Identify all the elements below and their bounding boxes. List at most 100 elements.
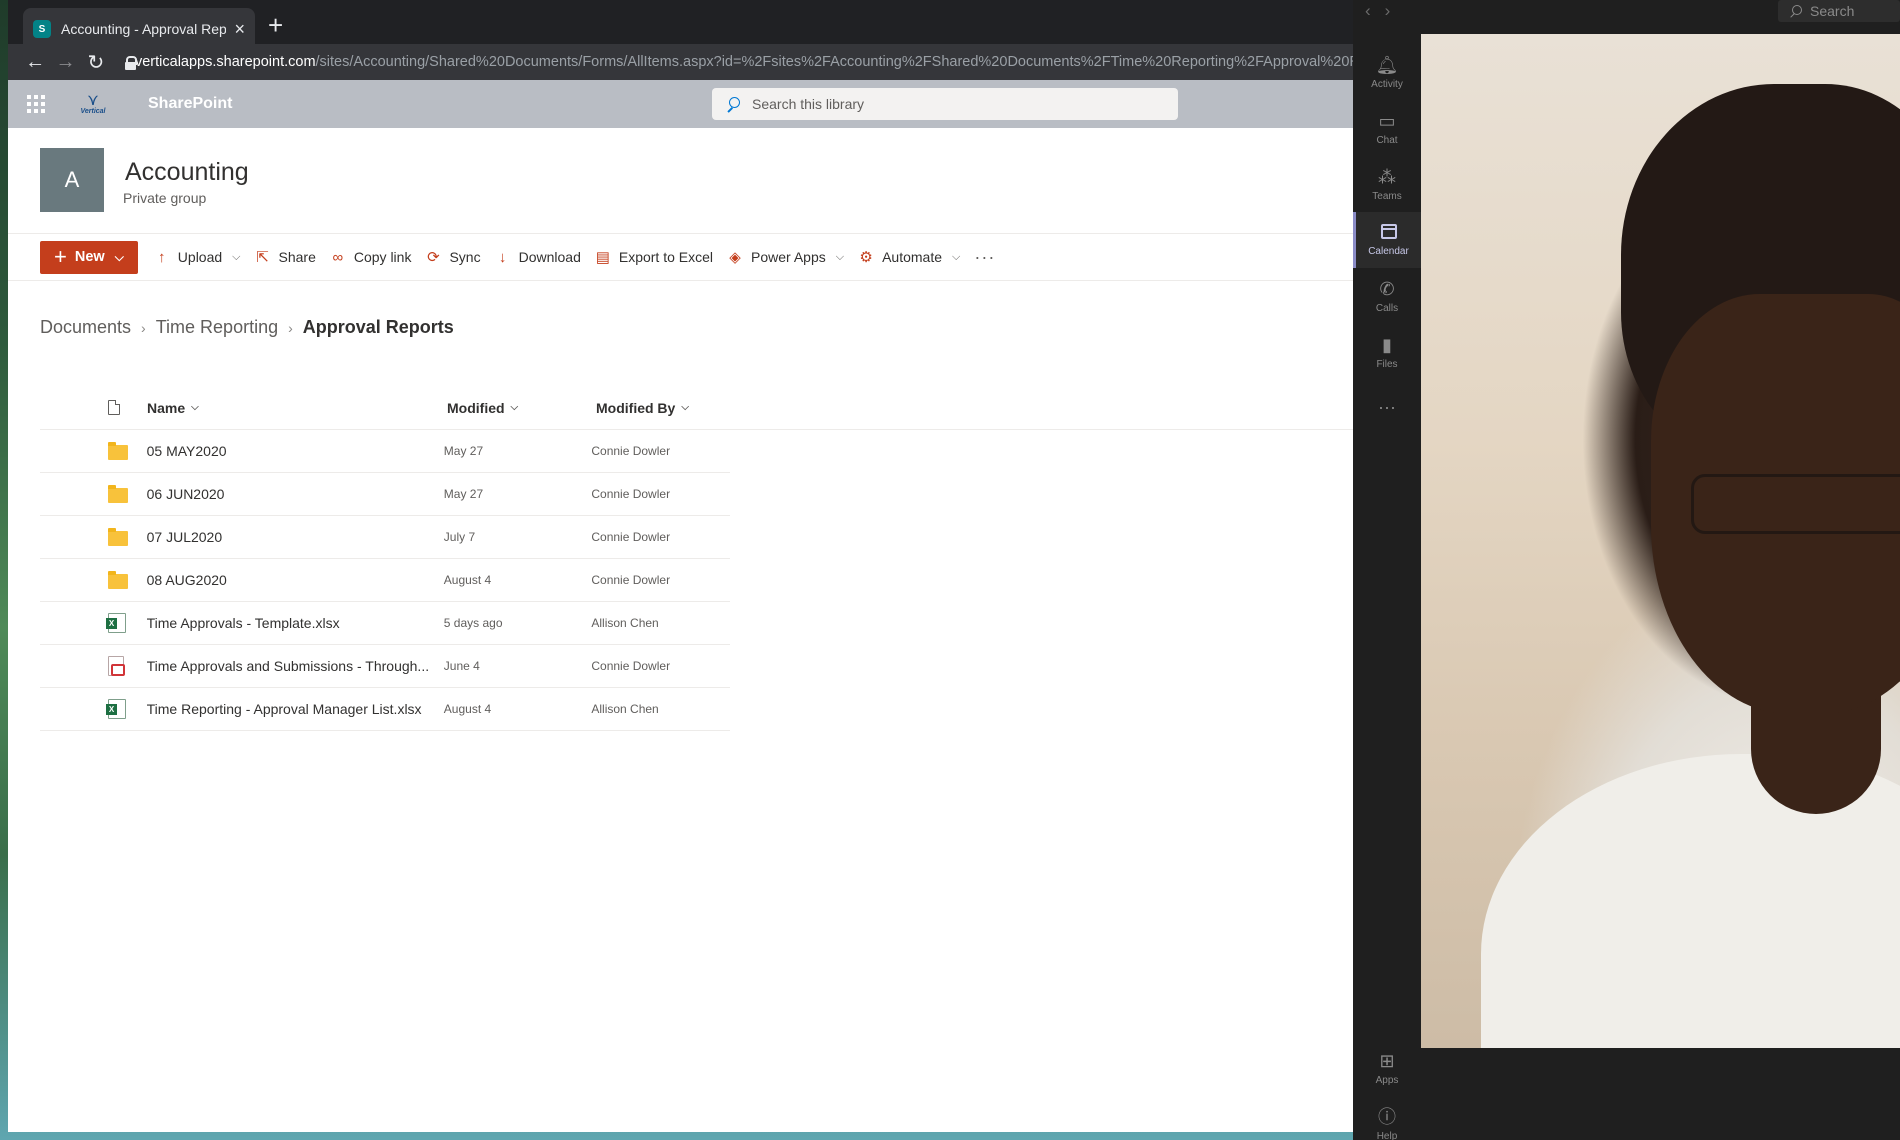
rail-item-activity[interactable]: 🔔︎ Activity bbox=[1353, 44, 1421, 100]
org-logo[interactable]: ⋎ Vertical bbox=[68, 89, 118, 119]
download-label: Download bbox=[518, 249, 581, 265]
teams-window: ‹› Search 🔔︎ Activity ▭ Chat ⁂ Teams Cal… bbox=[1353, 0, 1900, 1140]
new-button[interactable]: + New ⌵ bbox=[40, 240, 138, 274]
download-icon: ↓ bbox=[498, 248, 507, 266]
file-name-link[interactable]: 05 MAY2020 bbox=[147, 443, 444, 459]
teams-search-input[interactable]: Search bbox=[1778, 0, 1900, 22]
sync-label: Sync bbox=[449, 249, 481, 265]
rail-item-calendar[interactable]: Calendar bbox=[1353, 212, 1421, 268]
rail-item-apps[interactable]: ⊞ Apps bbox=[1353, 1040, 1421, 1096]
plus-icon: + bbox=[54, 244, 67, 269]
file-name-link[interactable]: Time Reporting - Approval Manager List.x… bbox=[147, 701, 444, 717]
rail-item-calls[interactable]: ✆ Calls bbox=[1353, 268, 1421, 324]
table-row[interactable]: 08 AUG2020 August 4 Connie Dowler bbox=[40, 559, 730, 602]
export-to-excel-button[interactable]: ▤ Export to Excel bbox=[595, 248, 713, 266]
power-apps-label: Power Apps bbox=[751, 249, 826, 265]
participant-glasses bbox=[1691, 474, 1900, 534]
file-type-header[interactable] bbox=[40, 400, 147, 415]
rail-item-files[interactable]: ▮ Files bbox=[1353, 324, 1421, 380]
column-header-name[interactable]: Name ⌵ bbox=[147, 400, 447, 416]
table-row[interactable]: Time Reporting - Approval Manager List.x… bbox=[40, 688, 730, 731]
power-apps-button[interactable]: ◈ Power Apps ⌵ bbox=[727, 248, 844, 266]
rail-label: Files bbox=[1376, 358, 1398, 370]
more-options-button[interactable]: ··· bbox=[974, 247, 995, 268]
breadcrumb-time-reporting[interactable]: Time Reporting bbox=[156, 317, 278, 338]
teams-search-placeholder: Search bbox=[1810, 3, 1855, 19]
column-header-modified-by[interactable]: Modified By ⌵ bbox=[596, 400, 736, 416]
reload-icon[interactable]: ↻ bbox=[81, 50, 111, 75]
rail-label: Help bbox=[1376, 1130, 1398, 1140]
site-logo[interactable]: A bbox=[40, 148, 104, 212]
back-icon[interactable]: ← bbox=[20, 51, 50, 74]
automate-label: Automate bbox=[882, 249, 943, 265]
modified-by: Connie Dowler bbox=[591, 573, 671, 587]
folder-icon bbox=[108, 442, 128, 460]
site-title[interactable]: Accounting bbox=[125, 158, 249, 187]
table-row[interactable]: Time Approvals and Submissions - Through… bbox=[40, 645, 730, 688]
automate-icon: ⚙ bbox=[859, 249, 873, 266]
chevron-down-icon: ⌵ bbox=[952, 250, 961, 263]
file-name-link[interactable]: Time Approvals and Submissions - Through… bbox=[147, 658, 444, 674]
list-header: Name ⌵ Modified ⌵ Modified By ⌵ bbox=[40, 386, 1353, 430]
pdf-file-icon bbox=[108, 656, 125, 676]
url-field[interactable]: verticalapps.sharepoint.com/sites/Accoun… bbox=[124, 54, 1353, 70]
sync-icon: ⟳ bbox=[427, 249, 440, 266]
table-row[interactable]: 05 MAY2020 May 27 Connie Dowler bbox=[40, 430, 730, 473]
name-header-label: Name bbox=[147, 399, 186, 416]
help-icon: ⓘ bbox=[1378, 1106, 1396, 1127]
modified-by: Connie Dowler bbox=[591, 487, 671, 501]
copy-link-button[interactable]: ∞ Copy link bbox=[330, 249, 412, 266]
sync-button[interactable]: ⟳ Sync bbox=[425, 248, 480, 266]
rail-item-teams[interactable]: ⁂ Teams bbox=[1353, 156, 1421, 212]
folder-icon bbox=[108, 485, 128, 503]
search-input[interactable]: Search this library bbox=[712, 88, 1178, 120]
teams-history-arrows-icon[interactable]: ‹› bbox=[1365, 1, 1404, 21]
export-label: Export to Excel bbox=[618, 249, 714, 265]
rail-item-chat[interactable]: ▭ Chat bbox=[1353, 100, 1421, 156]
automate-button[interactable]: ⚙ Automate ⌵ bbox=[858, 248, 960, 266]
folder-icon bbox=[108, 528, 128, 546]
document-icon bbox=[108, 400, 120, 415]
rail-item-more[interactable]: ··· bbox=[1353, 380, 1421, 436]
chevron-down-icon: ⌵ bbox=[191, 402, 199, 413]
close-tab-icon[interactable]: × bbox=[234, 19, 245, 40]
modified-date: August 4 bbox=[443, 702, 492, 716]
sharepoint-title[interactable]: SharePoint bbox=[148, 95, 232, 113]
breadcrumb-approval-reports: Approval Reports bbox=[302, 317, 454, 337]
command-bar: + New ⌵ ↑ Upload ⌵ ⇱ Share ∞ Copy link ⟳… bbox=[40, 240, 1009, 274]
upload-button[interactable]: ↑ Upload ⌵ bbox=[154, 248, 241, 266]
table-row[interactable]: 07 JUL2020 July 7 Connie Dowler bbox=[40, 516, 730, 559]
chevron-down-icon: ⌵ bbox=[232, 250, 241, 263]
table-row[interactable]: 06 JUN2020 May 27 Connie Dowler bbox=[40, 473, 730, 516]
chevron-down-icon: ⌵ bbox=[114, 249, 124, 264]
rail-item-help[interactable]: ⓘ Help bbox=[1353, 1096, 1421, 1140]
divider bbox=[8, 280, 1353, 281]
table-row[interactable]: Time Approvals - Template.xlsx 5 days ag… bbox=[40, 602, 730, 645]
modified-date: May 27 bbox=[443, 487, 484, 501]
new-tab-button[interactable]: + bbox=[268, 12, 283, 38]
more-icon: ··· bbox=[1378, 397, 1396, 417]
breadcrumb-documents[interactable]: Documents bbox=[40, 317, 131, 338]
file-name-link[interactable]: 06 JUN2020 bbox=[147, 486, 444, 502]
forward-icon[interactable]: → bbox=[50, 51, 80, 74]
column-header-modified[interactable]: Modified ⌵ bbox=[447, 400, 596, 416]
download-button[interactable]: ↓ Download bbox=[495, 249, 581, 266]
waffle-icon bbox=[27, 95, 45, 113]
upload-icon: ↑ bbox=[158, 248, 166, 266]
sharepoint-favicon-icon: S bbox=[33, 20, 51, 38]
chevron-down-icon: ⌵ bbox=[681, 402, 689, 413]
rail-label: Teams bbox=[1372, 190, 1402, 202]
share-button[interactable]: ⇱ Share bbox=[255, 248, 316, 266]
app-launcher-button[interactable] bbox=[8, 95, 64, 113]
chevron-right-icon: › bbox=[288, 319, 293, 336]
list-rows: 05 MAY2020 May 27 Connie Dowler 06 JUN20… bbox=[40, 430, 730, 731]
address-bar: ← → ↻ verticalapps.sharepoint.com/sites/… bbox=[8, 44, 1353, 80]
file-name-link[interactable]: Time Approvals - Template.xlsx bbox=[147, 615, 444, 631]
site-subtitle: Private group bbox=[123, 190, 207, 206]
tab-title: Accounting - Approval Reports - bbox=[61, 21, 227, 37]
file-name-link[interactable]: 07 JUL2020 bbox=[147, 529, 444, 545]
modified-by: Allison Chen bbox=[591, 616, 659, 630]
file-name-link[interactable]: 08 AUG2020 bbox=[147, 572, 444, 588]
video-feed[interactable] bbox=[1421, 34, 1900, 1048]
modified-by: Connie Dowler bbox=[591, 659, 671, 673]
